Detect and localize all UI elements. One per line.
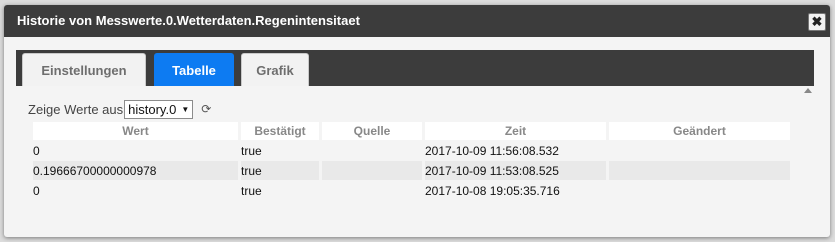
- scroll-up-arrow-icon[interactable]: [804, 88, 812, 93]
- dropdown-arrow-icon: ▼: [181, 104, 190, 114]
- tab-grafik[interactable]: Grafik: [241, 53, 309, 86]
- column-header-bestaetigt[interactable]: Bestätigt: [241, 122, 319, 140]
- tab-einstellungen[interactable]: Einstellungen: [22, 53, 146, 86]
- show-values-label: Zeige Werte aus: [28, 101, 124, 117]
- cell-bestaetigt: true: [241, 181, 319, 200]
- column-header-geaendert[interactable]: Geändert: [609, 122, 790, 140]
- cell-zeit: 2017-10-08 19:05:35.716: [425, 181, 606, 200]
- tab-tabelle[interactable]: Tabelle: [154, 53, 234, 86]
- column-header-zeit[interactable]: Zeit: [425, 122, 606, 140]
- cell-geaendert: [609, 141, 790, 160]
- table-row[interactable]: 0 true 2017-10-09 11:56:08.532: [33, 141, 790, 160]
- table-row[interactable]: 0.19666700000000978 true 2017-10-09 11:5…: [33, 161, 790, 180]
- table-row[interactable]: 0 true 2017-10-08 19:05:35.716: [33, 181, 790, 200]
- cell-quelle: [322, 141, 422, 160]
- cell-wert: 0: [33, 141, 238, 160]
- close-button[interactable]: ✖: [808, 13, 826, 31]
- cell-quelle: [322, 181, 422, 200]
- cell-geaendert: [609, 161, 790, 180]
- history-toolbar: Zeige Werte aus history.0 ▼ ⟳: [28, 99, 211, 119]
- table-header-row: Wert Bestätigt Quelle Zeit Geändert: [33, 122, 790, 140]
- close-icon: ✖: [811, 14, 823, 29]
- dialog-titlebar[interactable]: Historie von Messwerte.0.Wetterdaten.Reg…: [4, 5, 830, 37]
- cell-geaendert: [609, 181, 790, 200]
- dialog-title: Historie von Messwerte.0.Wetterdaten.Reg…: [17, 13, 360, 28]
- cell-wert: 0.19666700000000978: [33, 161, 238, 180]
- cell-zeit: 2017-10-09 11:56:08.532: [425, 141, 606, 160]
- cell-wert: 0: [33, 181, 238, 200]
- column-header-wert[interactable]: Wert: [33, 122, 238, 140]
- cell-bestaetigt: true: [241, 141, 319, 160]
- refresh-icon[interactable]: ⟳: [201, 102, 211, 116]
- instance-select[interactable]: history.0 ▼: [124, 99, 194, 119]
- history-dialog: Historie von Messwerte.0.Wetterdaten.Reg…: [4, 5, 830, 237]
- cell-quelle: [322, 161, 422, 180]
- column-header-quelle[interactable]: Quelle: [322, 122, 422, 140]
- tab-bar: Einstellungen Tabelle Grafik: [16, 50, 814, 86]
- instance-select-value: history.0: [128, 101, 177, 117]
- cell-bestaetigt: true: [241, 161, 319, 180]
- table-panel: Zeige Werte aus history.0 ▼ ⟳ Wert Bestä…: [16, 86, 814, 237]
- cell-zeit: 2017-10-09 11:53:08.525: [425, 161, 606, 180]
- history-table: Wert Bestätigt Quelle Zeit Geändert 0 tr…: [30, 121, 793, 201]
